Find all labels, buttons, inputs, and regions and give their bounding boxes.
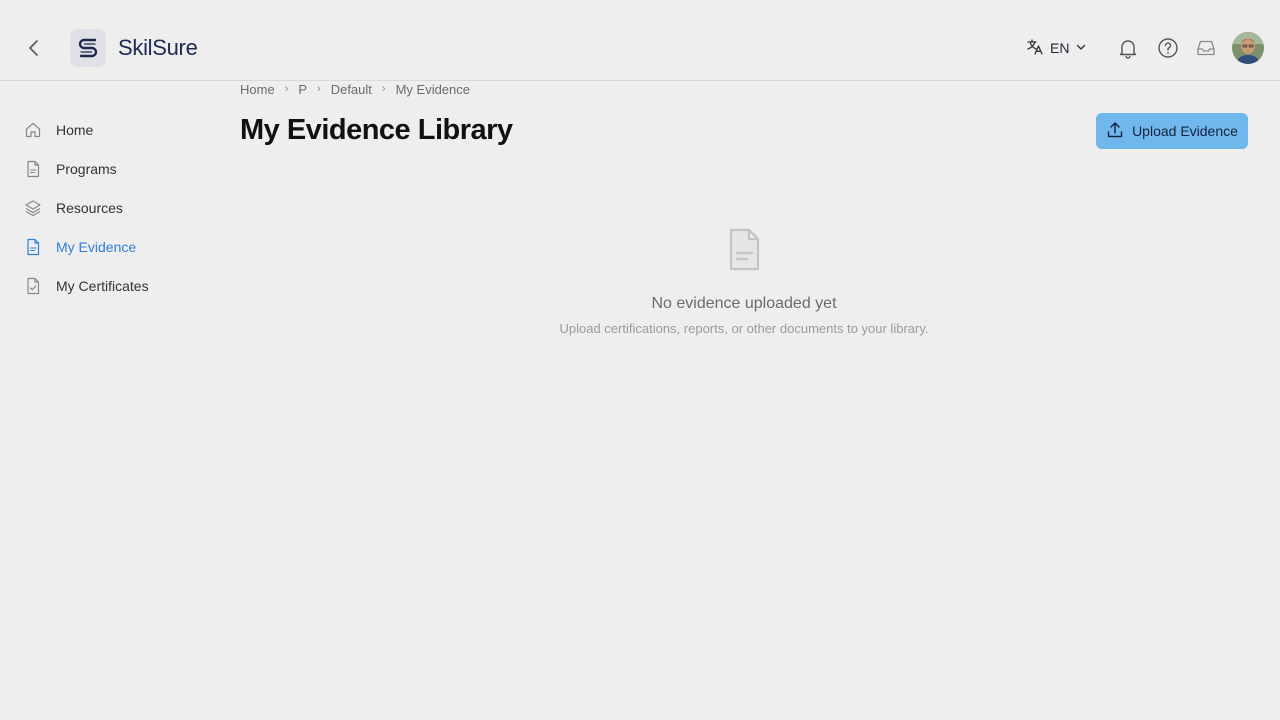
top-bar: SkilSure EN bbox=[0, 0, 1280, 81]
app-logo[interactable] bbox=[70, 29, 106, 67]
upload-icon bbox=[1106, 121, 1124, 142]
back-icon[interactable] bbox=[22, 36, 46, 60]
language-selector[interactable]: EN bbox=[1026, 37, 1087, 59]
bell-icon[interactable] bbox=[1116, 36, 1140, 60]
sidebar-item-programs[interactable]: Programs bbox=[24, 154, 204, 184]
sidebar-item-label: Home bbox=[56, 122, 94, 138]
brand-name: SkilSure bbox=[118, 35, 198, 60]
page-title: My Evidence Library bbox=[240, 114, 513, 146]
evidence-icon bbox=[24, 238, 42, 256]
chevron-down-icon bbox=[1075, 40, 1087, 56]
chevron-right-icon: › bbox=[317, 83, 321, 95]
sidebar-item-my-evidence[interactable]: My Evidence bbox=[24, 232, 204, 262]
sidebar-item-label: Programs bbox=[56, 161, 117, 177]
language-label: EN bbox=[1050, 40, 1070, 56]
inbox-icon[interactable] bbox=[1194, 36, 1218, 60]
breadcrumb-current: My Evidence bbox=[395, 81, 470, 97]
empty-state-title: No evidence uploaded yet bbox=[651, 295, 837, 312]
sidebar-item-my-certificates[interactable]: My Certificates bbox=[24, 271, 204, 301]
breadcrumb: Home › P › Default › My Evidence bbox=[240, 81, 470, 97]
sidebar-item-label: My Evidence bbox=[56, 239, 137, 255]
certificate-icon bbox=[24, 277, 42, 295]
translate-icon bbox=[1026, 38, 1044, 59]
chevron-right-icon: › bbox=[381, 83, 386, 95]
empty-state: No evidence uploaded yet Upload certific… bbox=[240, 226, 1248, 336]
breadcrumb-home[interactable]: Home bbox=[240, 82, 275, 97]
sidebar-item-resources[interactable]: Resources bbox=[24, 193, 204, 223]
sidebar-item-home[interactable]: Home bbox=[24, 115, 204, 145]
upload-evidence-label: Upload Evidence bbox=[1132, 123, 1238, 139]
sidebar: Home Programs Resources My Evidence My C… bbox=[0, 81, 220, 720]
upload-evidence-button[interactable]: Upload Evidence bbox=[1096, 113, 1248, 149]
breadcrumb-default[interactable]: Default bbox=[331, 82, 372, 97]
help-icon[interactable] bbox=[1156, 36, 1180, 60]
user-avatar[interactable] bbox=[1232, 32, 1264, 64]
home-icon bbox=[24, 121, 42, 139]
chevron-right-icon: › bbox=[284, 83, 289, 95]
breadcrumb-program[interactable]: P bbox=[298, 82, 307, 97]
empty-state-subtitle: Upload certifications, reports, or other… bbox=[559, 321, 929, 336]
sidebar-item-label: Resources bbox=[56, 200, 123, 216]
document-icon bbox=[24, 160, 42, 178]
sidebar-item-label: My Certificates bbox=[56, 278, 149, 294]
empty-document-icon bbox=[725, 226, 763, 279]
layers-icon bbox=[24, 199, 42, 217]
